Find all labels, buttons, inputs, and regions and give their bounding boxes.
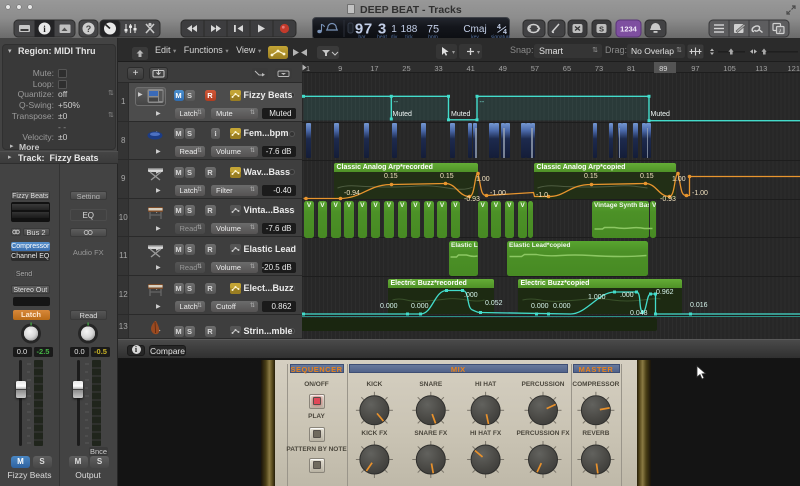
svg-text:?: ? (86, 24, 92, 34)
svg-text:1234: 1234 (620, 25, 638, 34)
svg-text:♪: ♪ (778, 28, 781, 35)
svg-text:▾: ▾ (452, 50, 455, 56)
svg-text:1: 1 (391, 24, 397, 35)
svg-text:Cmaj: Cmaj (463, 24, 486, 35)
svg-text:188: 188 (401, 24, 418, 35)
svg-text:S: S (599, 25, 604, 34)
svg-text:▾: ▾ (477, 50, 480, 56)
